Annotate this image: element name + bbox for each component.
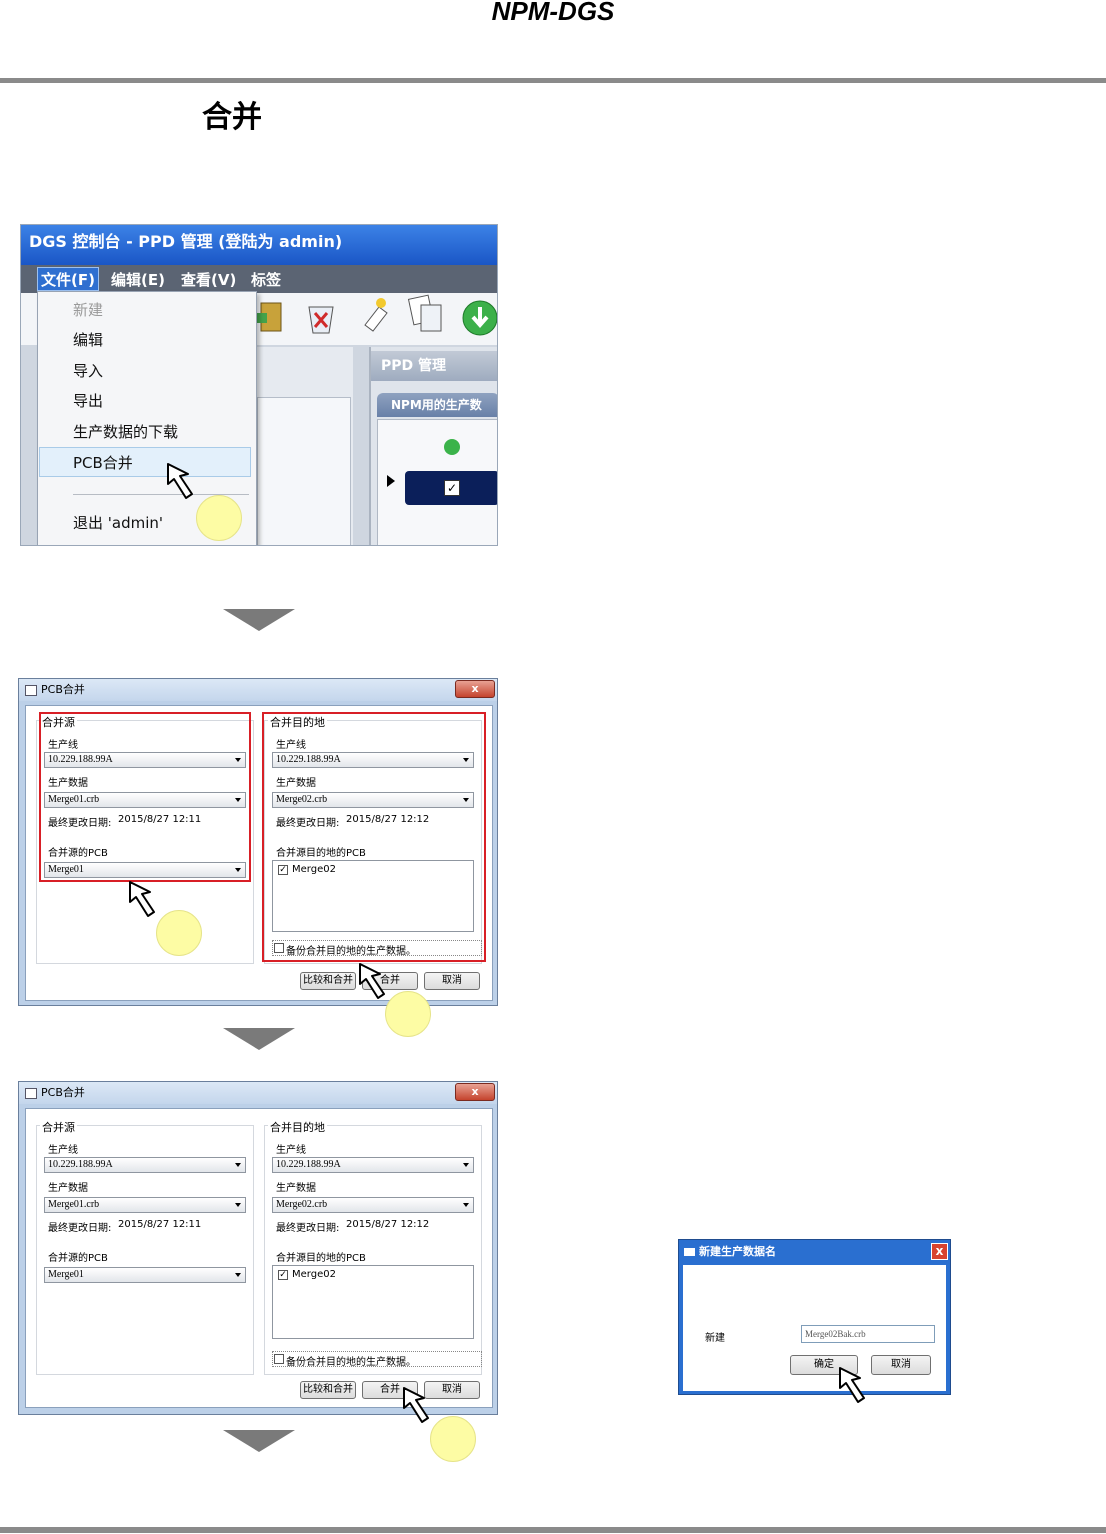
left-pane-list (257, 397, 351, 545)
flow-arrow-down-icon (223, 1028, 295, 1050)
dialog-title: 新建生产数据名 (699, 1245, 776, 1258)
menu-bar: 文件(F) 编辑(E) 查看(V) 标签 (21, 265, 497, 293)
dest-pcb-item: Merge02 (292, 1269, 336, 1280)
compare-merge-button[interactable]: 比较和合并 (300, 1381, 356, 1399)
window-title: DGS 控制台 - PPD 管理 (登陆为 admin) (21, 225, 497, 265)
new-name-dialog: 新建生产数据名 x 新建 Merge02Bak.crb 确定 取消 (678, 1239, 951, 1395)
menu-file[interactable]: 文件(F) (41, 269, 95, 290)
dest-pcb-checkbox[interactable]: ✓ (278, 1270, 288, 1280)
dest-highlight-box (262, 712, 486, 962)
pcb-merge-dialog: PCB合并 x 合并源 生产线 10.229.188.99A 生产数据 Merg… (18, 678, 498, 1006)
backup-label: 备份合并目的地的生产数据。 (286, 1357, 416, 1368)
copy-docs-icon[interactable] (407, 293, 447, 335)
source-pcb-combo[interactable]: Merge01 (44, 1267, 246, 1283)
source-data-combo[interactable]: Merge01.crb (44, 1197, 246, 1213)
menu-item-export[interactable]: 导出 (73, 390, 103, 411)
new-name-label: 新建 (705, 1333, 725, 1344)
exit-door-icon[interactable] (253, 299, 287, 335)
cancel-button[interactable]: 取消 (424, 972, 480, 990)
chevron-down-icon (463, 1203, 469, 1207)
source-highlight-box (39, 712, 251, 882)
menu-item-new[interactable]: 新建 (73, 299, 103, 320)
mouse-cursor-icon (128, 880, 168, 920)
menu-tags[interactable]: 标签 (251, 269, 281, 290)
new-tag-icon[interactable] (357, 295, 393, 335)
dest-pcb-label: 合并源目的地的PCB (276, 1253, 366, 1264)
source-pcb-value: Merge01 (48, 1269, 84, 1280)
dialog-title: PCB合并 (19, 1082, 497, 1104)
footer-rule (0, 1527, 1106, 1533)
source-group-label: 合并源 (40, 1119, 77, 1135)
menu-edit[interactable]: 编辑(E) (111, 269, 165, 290)
app-icon (25, 685, 37, 696)
menu-item-edit[interactable]: 编辑 (73, 329, 103, 350)
dest-line-label: 生产线 (276, 1145, 306, 1156)
source-modified-label: 最终更改日期: (48, 1223, 112, 1234)
mouse-cursor-icon (838, 1366, 878, 1406)
mouse-cursor-icon (402, 1386, 442, 1426)
app-icon (25, 1088, 37, 1099)
menu-item-pcb-merge[interactable]: PCB合并 (73, 452, 133, 473)
dialog-client: 合并源 生产线 10.229.188.99A 生产数据 Merge01.crb … (25, 1108, 493, 1408)
new-name-input[interactable]: Merge02Bak.crb (801, 1325, 935, 1343)
chevron-down-icon (235, 1203, 241, 1207)
flow-arrow-down-icon (223, 609, 295, 631)
status-green-icon (444, 439, 460, 455)
pcb-merge-dialog: PCB合并 x 合并源 生产线 10.229.188.99A 生产数据 Merg… (18, 1081, 498, 1415)
mouse-cursor-icon (358, 962, 398, 1002)
menu-item-logout[interactable]: 退出 'admin' (73, 512, 163, 533)
source-line-value: 10.229.188.99A (48, 1159, 113, 1170)
download-green-icon[interactable] (461, 299, 497, 337)
compare-merge-button[interactable]: 比较和合并 (300, 972, 356, 990)
menu-view[interactable]: 查看(V) (181, 269, 236, 290)
dest-line-combo[interactable]: 10.229.188.99A (272, 1157, 474, 1173)
mouse-cursor-icon (166, 462, 206, 502)
delete-bin-icon[interactable] (303, 299, 339, 337)
chevron-down-icon (235, 1273, 241, 1277)
backup-checkbox[interactable] (274, 1354, 284, 1364)
close-icon[interactable]: x (931, 1243, 948, 1260)
menu-item-highlight (39, 447, 251, 477)
dest-data-label: 生产数据 (276, 1183, 316, 1194)
console-screenshot: DGS 控制台 - PPD 管理 (登陆为 admin) 文件(F) 编辑(E)… (20, 224, 498, 546)
source-data-label: 生产数据 (48, 1183, 88, 1194)
ppd-tab[interactable]: NPM用的生产数 (377, 393, 497, 417)
section-title: 合并 (202, 100, 262, 135)
dest-data-combo[interactable]: Merge02.crb (272, 1197, 474, 1213)
source-data-value: Merge01.crb (48, 1199, 100, 1210)
dest-data-value: Merge02.crb (276, 1199, 328, 1210)
close-icon[interactable]: x (455, 1083, 495, 1101)
cancel-button[interactable]: 取消 (871, 1355, 931, 1375)
dialog-client: 合并源 生产线 10.229.188.99A 生产数据 Merge01.crb … (25, 705, 493, 1001)
document-header: NPM-DGS (491, 0, 615, 26)
menu-item-download[interactable]: 生产数据的下载 (73, 421, 178, 442)
dest-modified-label: 最终更改日期: (276, 1223, 340, 1234)
menu-item-import[interactable]: 导入 (73, 360, 103, 381)
source-modified-value: 2015/8/27 12:11 (118, 1219, 202, 1230)
header-rule (0, 78, 1106, 83)
chevron-down-icon (235, 1163, 241, 1167)
source-pcb-label: 合并源的PCB (48, 1253, 108, 1264)
dialog-client: 新建 Merge02Bak.crb 确定 取消 (683, 1265, 946, 1391)
dest-modified-value: 2015/8/27 12:12 (346, 1219, 430, 1230)
row-pointer-icon (387, 475, 395, 487)
dialog-title: PCB合并 (19, 679, 497, 701)
dest-group-label: 合并目的地 (268, 1119, 327, 1135)
row-checkbox[interactable]: ✓ (444, 480, 460, 496)
source-line-combo[interactable]: 10.229.188.99A (44, 1157, 246, 1173)
flow-arrow-down-icon (223, 1430, 295, 1452)
ppd-header: PPD 管理 (371, 351, 497, 381)
close-icon[interactable]: x (455, 680, 495, 698)
dest-line-value: 10.229.188.99A (276, 1159, 341, 1170)
source-line-label: 生产线 (48, 1145, 78, 1156)
chevron-down-icon (463, 1163, 469, 1167)
